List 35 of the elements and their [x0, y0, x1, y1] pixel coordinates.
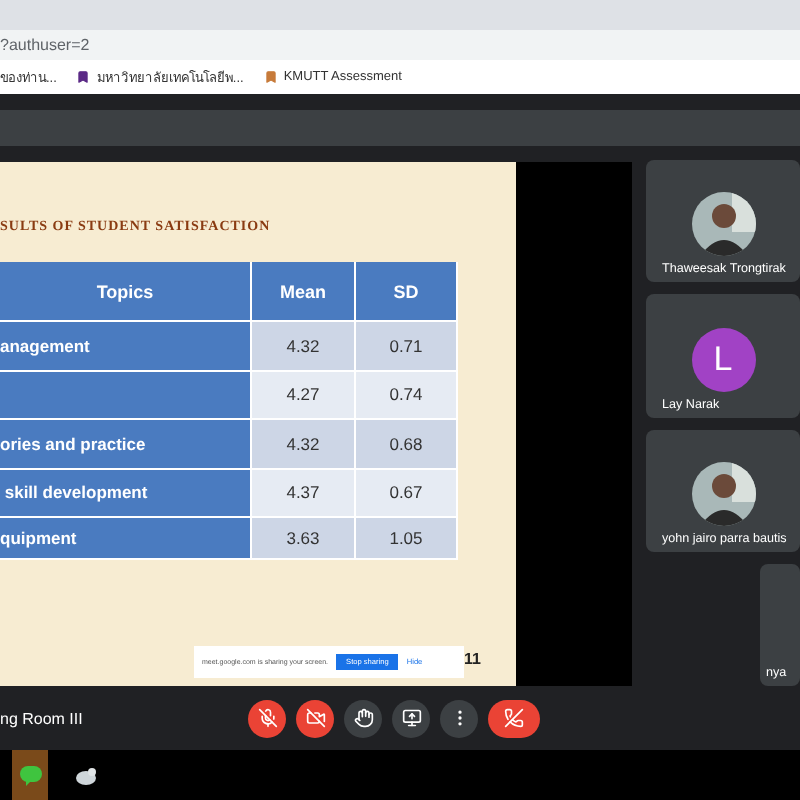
- hang-up-button[interactable]: [488, 699, 540, 737]
- mic-icon: [257, 708, 277, 728]
- more-button[interactable]: [440, 699, 478, 737]
- column-header: SD: [356, 262, 458, 322]
- table-cell: skill development: [0, 469, 252, 518]
- column-header: Topics: [0, 262, 252, 322]
- table-cell: 0.74: [356, 371, 458, 420]
- present-button[interactable]: [392, 699, 430, 737]
- camera-icon: [305, 708, 325, 728]
- page-number: 11: [464, 650, 481, 668]
- bookmark-icon: [263, 70, 278, 84]
- camera-button[interactable]: [296, 699, 334, 737]
- hand-button[interactable]: [344, 699, 382, 737]
- column-header: Mean: [252, 262, 356, 322]
- hand-icon: [353, 708, 373, 728]
- table-cell: 4.32: [252, 420, 356, 469]
- table-cell: ories and practice: [0, 420, 252, 469]
- table-cell: 4.27: [252, 371, 356, 420]
- chat-app-icon[interactable]: [12, 750, 48, 800]
- table-cell: 3.63: [252, 518, 356, 560]
- meeting-name: ng Room III: [0, 709, 83, 727]
- avatar: L: [691, 327, 755, 391]
- present-icon: [401, 708, 421, 728]
- hang-up-icon: [504, 708, 524, 728]
- table-cell: anagement: [0, 322, 252, 371]
- address-bar[interactable]: ?authuser=2: [0, 36, 90, 54]
- table-cell: 0.68: [356, 420, 458, 469]
- mic-button[interactable]: [248, 699, 286, 737]
- table-cell: 4.32: [252, 322, 356, 371]
- table-cell: 1.05: [356, 518, 458, 560]
- bookmark-icon: [76, 70, 91, 84]
- table-cell: 0.71: [356, 322, 458, 371]
- table-cell: 0.67: [356, 469, 458, 518]
- table-cell: 4.37: [252, 469, 356, 518]
- table-cell: quipment: [0, 518, 252, 560]
